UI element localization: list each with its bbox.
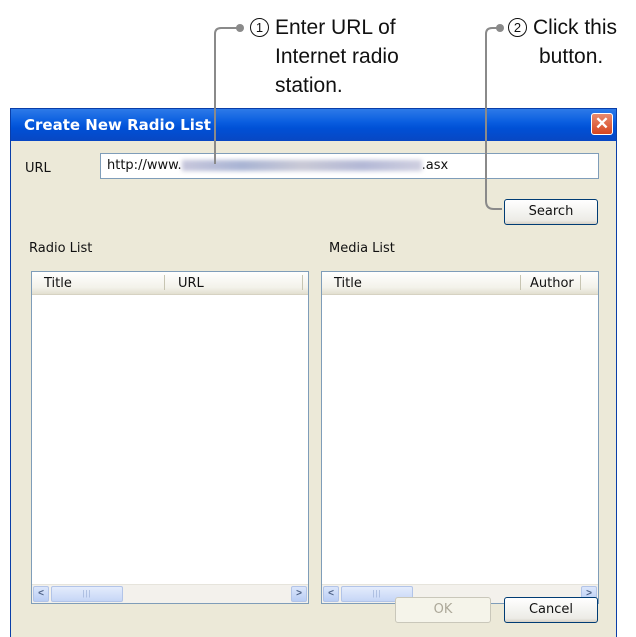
step-1-number: 1 xyxy=(250,18,269,37)
step-1-line-3: station. xyxy=(275,74,343,97)
step-1-line-2: Internet radio xyxy=(275,45,399,68)
column-divider[interactable] xyxy=(302,275,303,290)
radio-col-title[interactable]: Title xyxy=(44,276,72,291)
url-suffix: .asx xyxy=(421,158,449,173)
radio-list-label: Radio List xyxy=(29,241,93,256)
column-divider[interactable] xyxy=(520,275,521,290)
radio-col-url[interactable]: URL xyxy=(178,276,204,291)
scroll-thumb[interactable]: ||| xyxy=(51,586,123,602)
radio-list-scrollbar[interactable]: < ||| > xyxy=(32,584,308,603)
ok-button[interactable]: OK xyxy=(395,597,491,623)
radio-list-view[interactable]: Title URL < ||| > xyxy=(31,271,309,604)
close-button[interactable]: ✕ xyxy=(591,113,613,135)
column-divider[interactable] xyxy=(164,275,165,290)
media-list-view[interactable]: Title Author < ||| > xyxy=(321,271,599,604)
callout-step-2: 2 Click this button. xyxy=(508,13,632,71)
create-radio-list-dialog: Create New Radio List ✕ URL http://www..… xyxy=(10,108,617,637)
url-label: URL xyxy=(25,161,51,176)
title-bar[interactable]: Create New Radio List ✕ xyxy=(11,109,616,141)
step-2-line-1: Click this xyxy=(533,16,618,39)
scroll-right-button[interactable]: > xyxy=(291,586,307,602)
url-prefix: http://www. xyxy=(107,158,182,173)
column-divider[interactable] xyxy=(580,275,581,290)
dialog-title: Create New Radio List xyxy=(24,116,211,134)
media-col-title[interactable]: Title xyxy=(334,276,362,291)
search-button[interactable]: Search xyxy=(504,199,598,225)
step-1-line-1: Enter URL of xyxy=(275,16,396,39)
media-list-label: Media List xyxy=(329,241,395,256)
close-icon: ✕ xyxy=(594,114,610,133)
radio-list-header: Title URL xyxy=(32,272,308,295)
callout-step-1: 1 Enter URL of Internet radio station. xyxy=(250,13,399,100)
step-2-number: 2 xyxy=(508,18,527,37)
scroll-left-button[interactable]: < xyxy=(33,586,49,602)
media-list-header: Title Author xyxy=(322,272,598,295)
callout-dot-1 xyxy=(236,24,244,32)
step-2-line-2: button. xyxy=(539,45,604,68)
media-col-author[interactable]: Author xyxy=(530,276,574,291)
scroll-left-button[interactable]: < xyxy=(323,586,339,602)
cancel-button[interactable]: Cancel xyxy=(504,597,598,623)
url-input[interactable]: http://www. .asx xyxy=(100,153,599,179)
callout-dot-2 xyxy=(496,24,504,32)
url-redacted xyxy=(181,160,422,171)
